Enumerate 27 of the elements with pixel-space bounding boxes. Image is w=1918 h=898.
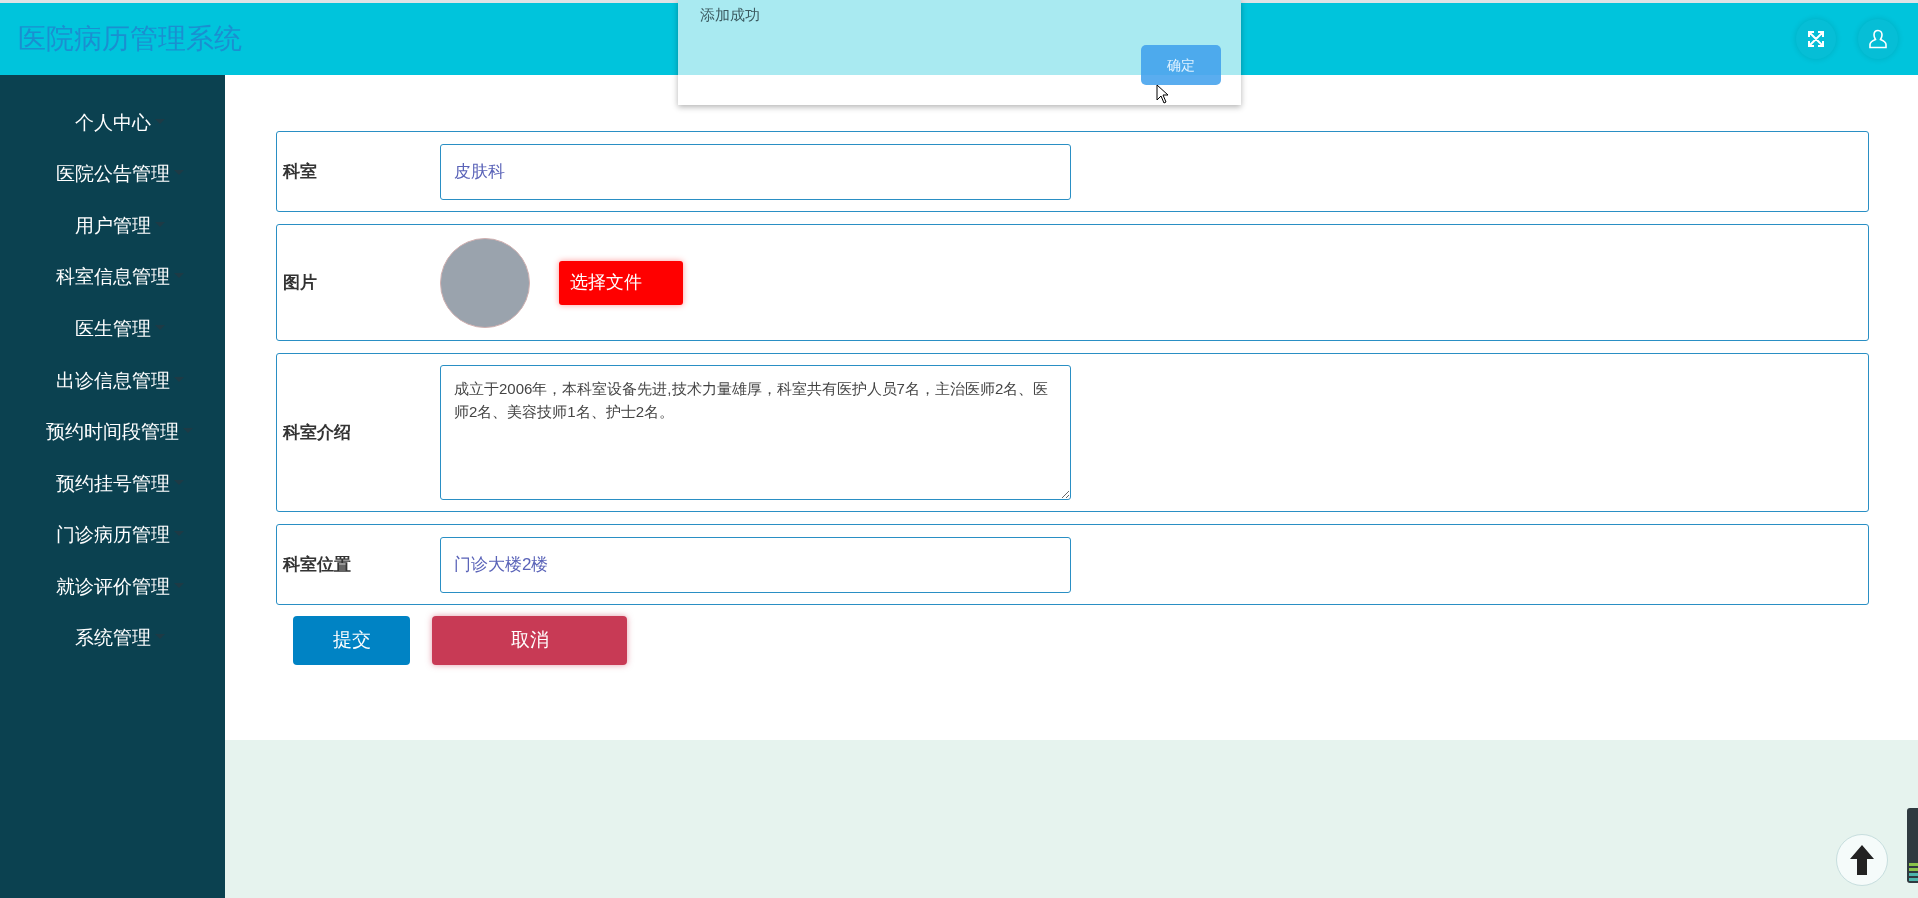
sidebar-item[interactable]: 医生管理	[74, 314, 151, 344]
sidebar-item[interactable]: 医院公告管理	[55, 160, 170, 189]
expand-arrows-icon	[1807, 30, 1825, 48]
field-label: 科室	[283, 160, 318, 183]
field-label: 科室位置	[283, 553, 352, 576]
sidebar-item[interactable]: 预约挂号管理	[55, 469, 170, 499]
sidebar-item[interactable]: 门诊病历管理	[55, 521, 170, 550]
sidebar-item[interactable]: 出诊信息管理	[55, 366, 170, 395]
sidebar-item[interactable]: 用户管理	[74, 211, 151, 241]
field-label: 科室介绍	[283, 421, 352, 444]
cancel-button[interactable]: 取消	[432, 616, 627, 665]
user-button[interactable]	[1858, 19, 1898, 59]
text-field[interactable]: 皮肤科	[440, 143, 1071, 200]
field-label: 图片	[283, 271, 318, 294]
dialog-message: 添加成功	[700, 5, 760, 25]
text-area[interactable]: 成立于2006年，本科室设备先进,技术力量雄厚，科室共有医护人员7名，主治医师2名、医师2名、美容技师1名、护士2名。	[440, 365, 1071, 500]
sidebar-item[interactable]: 就诊评价管理	[55, 572, 170, 602]
up-arrow-icon	[1849, 844, 1875, 876]
sidebar-item[interactable]: 系统管理	[74, 624, 151, 653]
text-field[interactable]: 门诊大楼2楼	[440, 536, 1071, 593]
user-icon	[1869, 29, 1887, 49]
sidebar-item[interactable]: 预约时间段管理	[46, 418, 179, 447]
sidebar-item[interactable]: 个人中心	[74, 108, 151, 138]
choose-file-button[interactable]: 选择文件	[559, 260, 683, 305]
fullscreen-button[interactable]	[1796, 19, 1836, 59]
sidebar-item[interactable]: 科室信息管理	[55, 263, 170, 292]
submit-button[interactable]: 提交	[293, 616, 410, 665]
